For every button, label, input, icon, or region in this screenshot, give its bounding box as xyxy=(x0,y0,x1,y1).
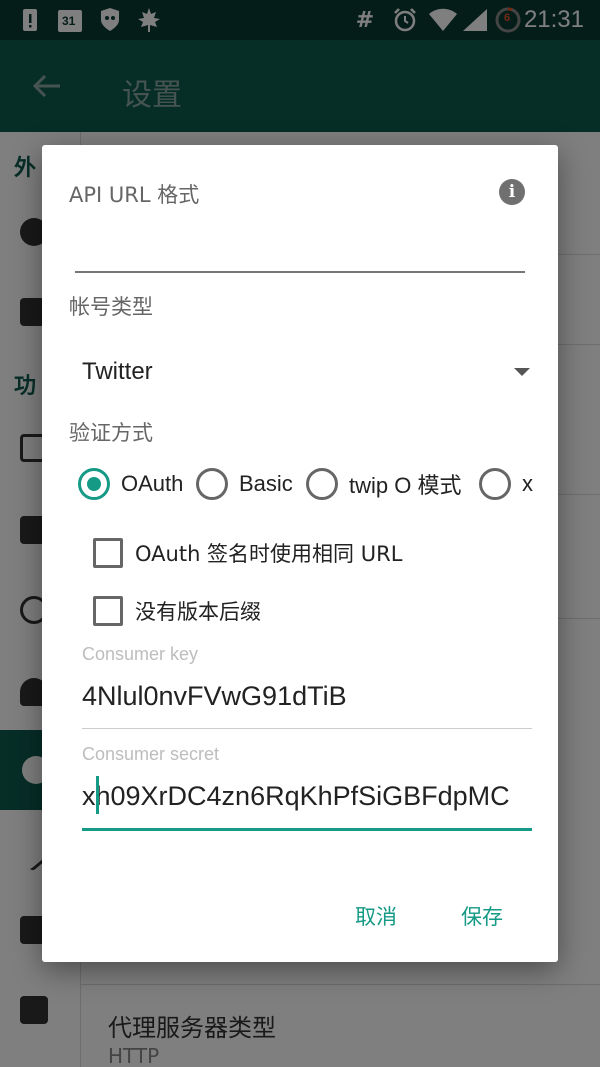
radio-basic[interactable]: Basic xyxy=(196,468,293,500)
radio-oauth[interactable]: OAuth xyxy=(78,468,183,500)
checkbox-same-oauth-url[interactable]: OAuth 签名时使用相同 URL xyxy=(93,538,402,568)
consumer-key-underline xyxy=(82,728,532,729)
text-cursor xyxy=(96,776,99,814)
account-type-label: 帐号类型 xyxy=(69,295,153,319)
radio-unchecked-icon xyxy=(479,468,511,500)
consumer-key-hint: Consumer key xyxy=(82,644,199,664)
radio-label: OAuth xyxy=(121,471,184,496)
radio-twip-o[interactable]: twip O 模式 xyxy=(306,468,461,500)
consumer-secret-hint: Consumer secret xyxy=(82,744,220,764)
api-url-label: API URL 格式 xyxy=(69,183,200,207)
dropdown-arrow-icon xyxy=(514,368,530,376)
checkbox-label: OAuth 签名时使用相同 URL xyxy=(135,542,403,566)
radio-unchecked-icon xyxy=(306,468,338,500)
checkbox-label: 没有版本后缀 xyxy=(135,600,261,624)
checkbox-unchecked-icon xyxy=(93,538,123,568)
radio-xauth[interactable]: x xyxy=(479,468,533,500)
radio-unchecked-icon xyxy=(196,468,228,500)
info-icon[interactable]: i xyxy=(499,179,525,205)
save-button[interactable]: 保存 xyxy=(461,901,503,931)
checkbox-unchecked-icon xyxy=(93,596,123,626)
checkbox-no-version-suffix[interactable]: 没有版本后缀 xyxy=(93,596,261,626)
api-url-input[interactable] xyxy=(75,229,525,269)
api-url-underline xyxy=(75,271,525,273)
account-type-value: Twitter xyxy=(82,358,153,385)
consumer-secret-underline xyxy=(82,828,532,831)
consumer-key-input[interactable]: 4Nlul0nvFVwG91dTiB xyxy=(82,681,532,712)
radio-label: x xyxy=(522,471,533,496)
auth-method-label: 验证方式 xyxy=(69,421,153,445)
radio-checked-icon xyxy=(78,468,110,500)
account-type-dropdown[interactable]: Twitter xyxy=(70,342,530,400)
api-settings-dialog: API URL 格式 i 帐号类型 Twitter 验证方式 OAuth Bas… xyxy=(42,145,558,962)
cancel-button[interactable]: 取消 xyxy=(355,901,397,931)
consumer-secret-input[interactable]: xh09XrDC4zn6RqKhPfSiGBFdpMC xyxy=(82,781,532,812)
radio-label: twip O 模式 xyxy=(349,473,462,498)
auth-method-radio-group: OAuth Basic twip O 模式 x xyxy=(78,465,538,505)
radio-label: Basic xyxy=(239,471,293,496)
